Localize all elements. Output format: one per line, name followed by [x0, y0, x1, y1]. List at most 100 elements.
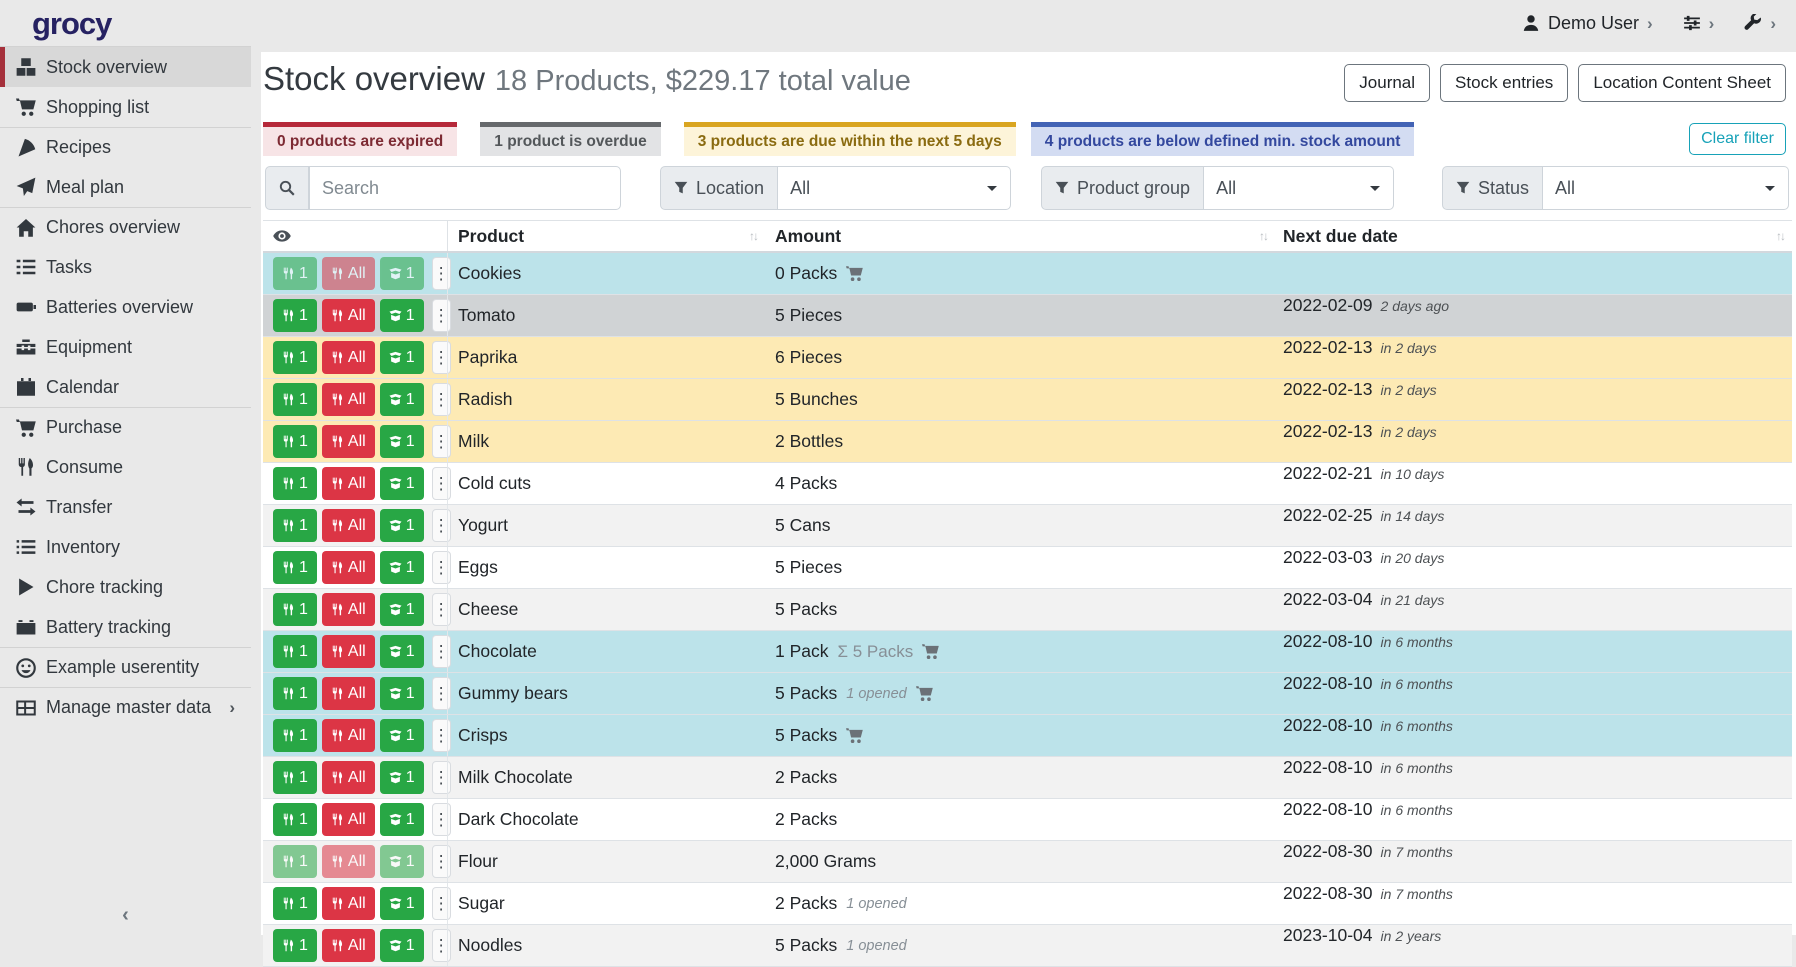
open-one-button[interactable]: 1 [380, 257, 424, 290]
open-one-button[interactable]: 1 [380, 635, 424, 668]
consume-all-button[interactable]: All [322, 425, 375, 458]
sidebar-item-consume[interactable]: Consume [0, 447, 251, 487]
consume-all-button[interactable]: All [322, 593, 375, 626]
consume-all-button[interactable]: All [322, 887, 375, 920]
product-cell[interactable]: Chocolate [447, 631, 765, 672]
sidebar-item-inventory[interactable]: Inventory [0, 527, 251, 567]
product-cell[interactable]: Cold cuts [447, 463, 765, 504]
open-one-button[interactable]: 1 [380, 929, 424, 962]
sidebar-item-shopping-list[interactable]: Shopping list [0, 87, 251, 127]
journal-button[interactable]: Journal [1344, 64, 1430, 102]
product-cell[interactable]: Crisps [447, 715, 765, 756]
sort-icon[interactable]: ↑↓ [1259, 229, 1267, 243]
sort-icon[interactable]: ↑↓ [1776, 229, 1784, 243]
location-content-sheet-button[interactable]: Location Content Sheet [1578, 64, 1786, 102]
consume-one-button[interactable]: 1 [273, 845, 317, 878]
consume-all-button[interactable]: All [322, 299, 375, 332]
clear-filter-button[interactable]: Clear filter [1689, 123, 1786, 155]
location-select[interactable]: All [778, 166, 1011, 210]
consume-one-button[interactable]: 1 [273, 677, 317, 710]
column-product[interactable]: Product ↑↓ [447, 221, 765, 251]
open-one-button[interactable]: 1 [380, 383, 424, 416]
consume-one-button[interactable]: 1 [273, 929, 317, 962]
consume-all-button[interactable]: All [322, 383, 375, 416]
sidebar-item-calendar[interactable]: Calendar [0, 367, 251, 407]
sidebar-item-battery-tracking[interactable]: Battery tracking [0, 607, 251, 647]
consume-one-button[interactable]: 1 [273, 467, 317, 500]
consume-one-button[interactable]: 1 [273, 635, 317, 668]
product-cell[interactable]: Flour [447, 841, 765, 882]
product-cell[interactable]: Noodles [447, 925, 765, 966]
open-one-button[interactable]: 1 [380, 887, 424, 920]
consume-one-button[interactable]: 1 [273, 887, 317, 920]
sidebar-item-recipes[interactable]: Recipes [0, 127, 251, 167]
consume-one-button[interactable]: 1 [273, 425, 317, 458]
consume-one-button[interactable]: 1 [273, 509, 317, 542]
consume-all-button[interactable]: All [322, 635, 375, 668]
consume-one-button[interactable]: 1 [273, 593, 317, 626]
consume-all-button[interactable]: All [322, 467, 375, 500]
open-one-button[interactable]: 1 [380, 761, 424, 794]
consume-all-button[interactable]: All [322, 677, 375, 710]
consume-one-button[interactable]: 1 [273, 257, 317, 290]
product-cell[interactable]: Yogurt [447, 505, 765, 546]
sidebar-item-chore-tracking[interactable]: Chore tracking [0, 567, 251, 607]
product-cell[interactable]: Eggs [447, 547, 765, 588]
product-cell[interactable]: Paprika [447, 337, 765, 378]
consume-all-button[interactable]: All [322, 803, 375, 836]
status-chip[interactable]: 3 products are due within the next 5 day… [684, 122, 1016, 156]
open-one-button[interactable]: 1 [380, 467, 424, 500]
product-cell[interactable]: Gummy bears [447, 673, 765, 714]
column-next-due-date[interactable]: Next due date ↑↓ [1275, 226, 1792, 247]
consume-one-button[interactable]: 1 [273, 761, 317, 794]
sidebar-item-chores-overview[interactable]: Chores overview [0, 207, 251, 247]
admin-menu[interactable]: › [1744, 14, 1776, 32]
consume-all-button[interactable]: All [322, 257, 375, 290]
search-input[interactable] [309, 166, 621, 210]
status-chip[interactable]: 1 product is overdue [480, 122, 660, 156]
sidebar-item-manage-master-data[interactable]: Manage master data› [0, 687, 251, 727]
open-one-button[interactable]: 1 [380, 677, 424, 710]
sidebar-item-equipment[interactable]: Equipment [0, 327, 251, 367]
sidebar-item-meal-plan[interactable]: Meal plan [0, 167, 251, 207]
column-amount[interactable]: Amount ↑↓ [765, 226, 1275, 247]
product-cell[interactable]: Radish [447, 379, 765, 420]
consume-all-button[interactable]: All [322, 551, 375, 584]
product-cell[interactable]: Dark Chocolate [447, 799, 765, 840]
sidebar-item-batteries-overview[interactable]: Batteries overview [0, 287, 251, 327]
stock-entries-button[interactable]: Stock entries [1440, 64, 1568, 102]
sidebar-item-transfer[interactable]: Transfer [0, 487, 251, 527]
product-cell[interactable]: Cookies [447, 253, 765, 294]
product-cell[interactable]: Tomato [447, 295, 765, 336]
grocy-logo[interactable]: grocy [32, 6, 111, 42]
open-one-button[interactable]: 1 [380, 845, 424, 878]
product-cell[interactable]: Milk [447, 421, 765, 462]
consume-one-button[interactable]: 1 [273, 383, 317, 416]
eye-icon[interactable] [273, 227, 291, 245]
consume-one-button[interactable]: 1 [273, 299, 317, 332]
sidebar-item-stock-overview[interactable]: Stock overview [0, 47, 251, 87]
open-one-button[interactable]: 1 [380, 425, 424, 458]
consume-all-button[interactable]: All [322, 845, 375, 878]
sidebar-item-purchase[interactable]: Purchase [0, 407, 251, 447]
open-one-button[interactable]: 1 [380, 299, 424, 332]
open-one-button[interactable]: 1 [380, 551, 424, 584]
settings-menu[interactable]: › [1683, 14, 1715, 32]
status-select[interactable]: All [1543, 166, 1789, 210]
open-one-button[interactable]: 1 [380, 803, 424, 836]
sort-icon[interactable]: ↑↓ [749, 229, 757, 243]
status-chip[interactable]: 0 products are expired [263, 122, 457, 156]
consume-one-button[interactable]: 1 [273, 803, 317, 836]
sidebar-item-tasks[interactable]: Tasks [0, 247, 251, 287]
consume-all-button[interactable]: All [322, 761, 375, 794]
product-cell[interactable]: Milk Chocolate [447, 757, 765, 798]
open-one-button[interactable]: 1 [380, 593, 424, 626]
status-chip[interactable]: 4 products are below defined min. stock … [1031, 122, 1415, 156]
product-group-select[interactable]: All [1204, 166, 1394, 210]
consume-one-button[interactable]: 1 [273, 551, 317, 584]
sidebar-collapse-button[interactable]: ‹ [0, 904, 251, 927]
consume-all-button[interactable]: All [322, 341, 375, 374]
consume-one-button[interactable]: 1 [273, 341, 317, 374]
consume-one-button[interactable]: 1 [273, 719, 317, 752]
open-one-button[interactable]: 1 [380, 509, 424, 542]
